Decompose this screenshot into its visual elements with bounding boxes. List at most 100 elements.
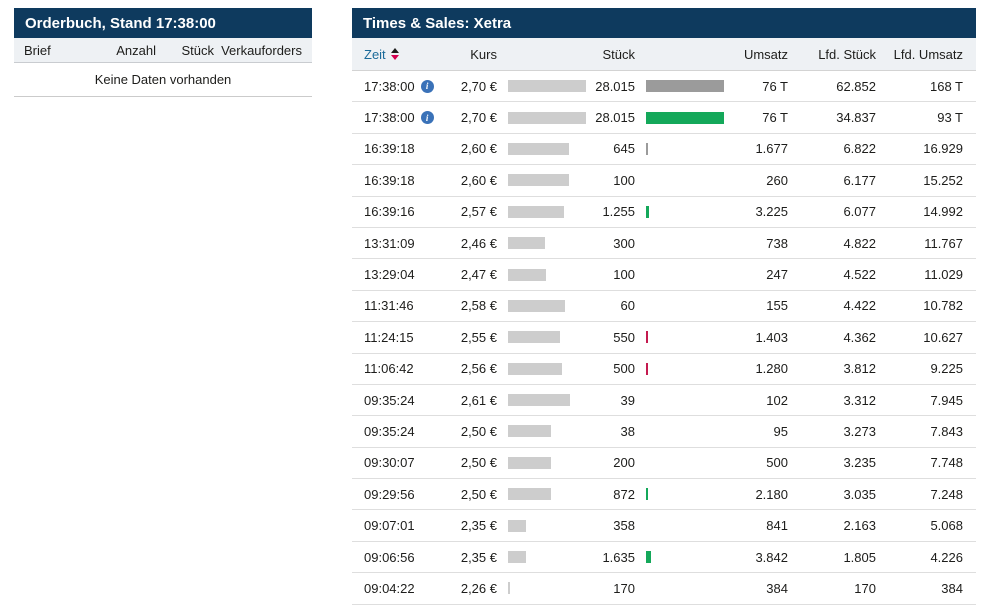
- trade-time-label: 11:24:15: [364, 330, 414, 345]
- trade-time: 09:35:24: [364, 424, 445, 439]
- trade-time: 09:04:22: [364, 581, 445, 596]
- trade-price: 2,46 €: [445, 236, 497, 251]
- page: Orderbuch, Stand 17:38:00 Brief Anzahl S…: [0, 0, 992, 611]
- price-bar-cell: [497, 457, 586, 469]
- volume-bar: [646, 488, 648, 500]
- trade-time: 13:31:09: [364, 236, 445, 251]
- running-volume: 4.522: [788, 267, 876, 282]
- volume-bar-cell: [635, 143, 735, 155]
- running-turnover: 7.843: [876, 424, 963, 439]
- trade-price: 2,26 €: [445, 581, 497, 596]
- running-volume: 3.273: [788, 424, 876, 439]
- price-bar: [508, 551, 526, 563]
- price-bar-cell: [497, 488, 586, 500]
- trade-row: 11:06:422,56 €5001.2803.8129.225: [352, 354, 976, 385]
- volume-bar: [646, 206, 649, 218]
- price-bar-cell: [497, 206, 586, 218]
- running-turnover: 5.068: [876, 518, 963, 533]
- trade-time: 11:06:42: [364, 361, 445, 376]
- running-turnover: 7.748: [876, 455, 963, 470]
- price-bar-cell: [497, 425, 586, 437]
- running-turnover: 11.029: [876, 267, 963, 282]
- trade-row: 16:39:182,60 €6451.6776.82216.929: [352, 134, 976, 165]
- price-bar-cell: [497, 237, 586, 249]
- trade-price: 2,61 €: [445, 393, 497, 408]
- price-bar: [508, 394, 570, 406]
- running-turnover: 9.225: [876, 361, 963, 376]
- orderbook-title: Orderbuch, Stand 17:38:00: [14, 8, 312, 38]
- trade-price: 2,60 €: [445, 141, 497, 156]
- trade-time: 16:39:18: [364, 141, 445, 156]
- trade-turnover: 260: [735, 173, 788, 188]
- price-bar: [508, 425, 551, 437]
- trade-time-label: 09:35:24: [364, 393, 415, 408]
- trade-volume: 60: [586, 298, 635, 313]
- trade-volume: 358: [586, 518, 635, 533]
- running-volume: 34.837: [788, 110, 876, 125]
- column-header-umsatz: Umsatz: [735, 47, 788, 62]
- times-sales-rows: 17:38:00i2,70 €28.01576 T62.852168 T17:3…: [352, 71, 976, 605]
- column-header-zeit[interactable]: Zeit: [364, 47, 445, 62]
- trade-turnover: 1.280: [735, 361, 788, 376]
- trade-turnover: 3.225: [735, 204, 788, 219]
- volume-bar-cell: [635, 551, 735, 563]
- price-bar: [508, 206, 564, 218]
- trade-row: 09:04:222,26 €170384170384: [352, 573, 976, 604]
- info-icon[interactable]: i: [421, 80, 434, 93]
- price-bar: [508, 269, 546, 281]
- trade-turnover: 841: [735, 518, 788, 533]
- trade-volume: 872: [586, 487, 635, 502]
- trade-turnover: 1.677: [735, 141, 788, 156]
- trade-row: 13:29:042,47 €1002474.52211.029: [352, 259, 976, 290]
- column-header-lfd-umsatz: Lfd. Umsatz: [876, 47, 963, 62]
- price-bar: [508, 363, 562, 375]
- trade-turnover: 500: [735, 455, 788, 470]
- price-bar-cell: [497, 551, 586, 563]
- volume-bar-cell: [635, 488, 735, 500]
- price-bar: [508, 582, 510, 594]
- running-volume: 3.035: [788, 487, 876, 502]
- running-volume: 4.362: [788, 330, 876, 345]
- orderbook-column-headers: Brief Anzahl Stück Verkauforders: [14, 38, 312, 63]
- price-bar: [508, 112, 586, 124]
- running-volume: 3.235: [788, 455, 876, 470]
- trade-turnover: 102: [735, 393, 788, 408]
- trade-turnover: 2.180: [735, 487, 788, 502]
- price-bar-cell: [497, 174, 586, 186]
- price-bar-cell: [497, 269, 586, 281]
- trade-price: 2,70 €: [445, 79, 497, 94]
- trade-turnover: 95: [735, 424, 788, 439]
- price-bar: [508, 488, 551, 500]
- running-turnover: 15.252: [876, 173, 963, 188]
- price-bar: [508, 457, 551, 469]
- sort-desc-icon: [391, 55, 399, 60]
- trade-price: 2,57 €: [445, 204, 497, 219]
- orderbook-col-brief: Brief: [24, 43, 94, 58]
- trade-volume: 28.015: [586, 79, 635, 94]
- trade-time-label: 09:30:07: [364, 455, 415, 470]
- running-turnover: 11.767: [876, 236, 963, 251]
- orderbook-panel: Orderbuch, Stand 17:38:00 Brief Anzahl S…: [14, 8, 312, 97]
- running-turnover: 7.248: [876, 487, 963, 502]
- running-volume: 3.812: [788, 361, 876, 376]
- trade-time: 11:24:15: [364, 330, 445, 345]
- times-sales-title: Times & Sales: Xetra: [352, 8, 976, 38]
- trade-row: 09:30:072,50 €2005003.2357.748: [352, 448, 976, 479]
- trade-time-label: 16:39:16: [364, 204, 415, 219]
- price-bar-cell: [497, 363, 586, 375]
- volume-bar-cell: [635, 206, 735, 218]
- trade-volume: 28.015: [586, 110, 635, 125]
- running-turnover: 384: [876, 581, 963, 596]
- trade-time: 13:29:04: [364, 267, 445, 282]
- price-bar-cell: [497, 80, 586, 92]
- trade-row: 09:29:562,50 €8722.1803.0357.248: [352, 479, 976, 510]
- trade-row: 09:07:012,35 €3588412.1635.068: [352, 510, 976, 541]
- trade-time-label: 11:06:42: [364, 361, 414, 376]
- orderbook-col-verkauforders: Verkauforders: [214, 43, 302, 58]
- trade-time-label: 16:39:18: [364, 141, 415, 156]
- times-sales-panel: Times & Sales: Xetra Zeit Kurs Stück Ums…: [352, 8, 976, 605]
- info-icon[interactable]: i: [421, 111, 434, 124]
- column-header-kurs: Kurs: [445, 47, 497, 62]
- volume-bar-cell: [635, 363, 735, 375]
- trade-volume: 645: [586, 141, 635, 156]
